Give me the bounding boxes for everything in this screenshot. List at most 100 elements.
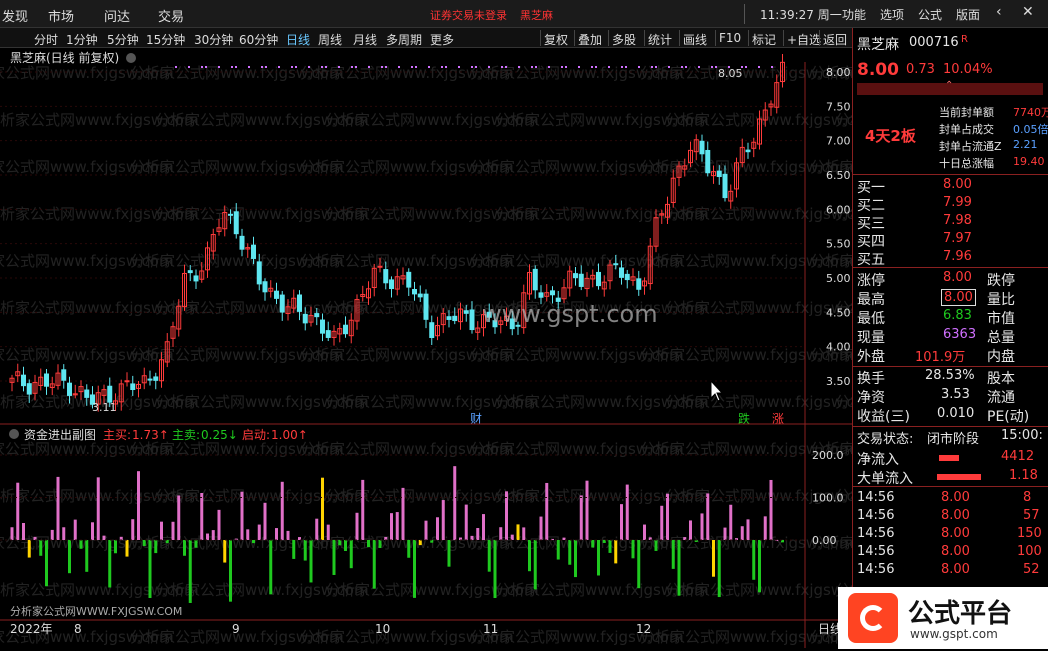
signal-dot <box>321 66 323 68</box>
sub-y-tick: 100.0 <box>812 492 844 505</box>
y-tick: 5.00 <box>826 272 851 285</box>
back-arrow-icon[interactable]: ‹ <box>996 4 1002 20</box>
stat-label-right: 内盘 <box>987 349 1015 365</box>
period-3[interactable]: 15分钟 <box>146 31 185 48</box>
high-price-label: 8.05 <box>718 67 743 80</box>
menu-function[interactable]: 功能 <box>842 6 866 23</box>
candle <box>578 273 584 287</box>
trade-status: 闭市阶段 <box>927 432 980 447</box>
expand-bar[interactable]: ⌃ <box>857 80 1043 95</box>
watermark-text: 分析家公式网www.fxjgsw.com <box>665 393 852 411</box>
menu-trade[interactable]: 交易 <box>158 6 184 25</box>
signal-dot <box>428 66 430 68</box>
login-warning[interactable]: 证券交易未登录 <box>430 7 507 23</box>
candle <box>722 173 728 199</box>
logo-g-icon <box>848 593 898 643</box>
flow-bar <box>200 492 204 540</box>
tool-0[interactable]: 复权 <box>544 31 568 48</box>
period-6[interactable]: 日线 <box>286 31 310 48</box>
stat-label-right: 跌停 <box>987 273 1015 289</box>
tool-3[interactable]: 统计 <box>648 31 672 48</box>
flow-bar <box>464 504 468 540</box>
flow-bar <box>263 502 267 540</box>
tool-5[interactable]: F10 <box>719 31 741 45</box>
signal-dot <box>351 66 353 68</box>
seal-label: 封单占成交 <box>939 123 994 136</box>
flow-bar <box>114 540 117 554</box>
candle <box>699 140 705 155</box>
tool-7[interactable]: +自选 <box>787 31 821 48</box>
period-8[interactable]: 月线 <box>353 31 377 48</box>
flow-bar <box>142 540 146 546</box>
quote-stock-name: 黑芝麻 <box>857 37 899 53</box>
flow-bar <box>27 540 31 558</box>
menu-discover[interactable]: 发现 <box>2 6 28 25</box>
tool-1[interactable]: 叠加 <box>578 31 602 48</box>
signal-dot <box>231 66 233 68</box>
tool-2[interactable]: 多股 <box>612 31 636 48</box>
stat2-label-right: PE(动) <box>987 409 1030 425</box>
period-5[interactable]: 60分钟 <box>239 31 278 48</box>
expand-up-icon: ⌃ <box>945 80 954 91</box>
flow-bar <box>614 540 618 564</box>
period-0[interactable]: 分时 <box>34 31 58 48</box>
flow-bar <box>545 482 549 540</box>
bid-label: 买五 <box>857 252 885 268</box>
flow-bar <box>763 516 767 540</box>
flow-bar <box>344 540 347 551</box>
period-9[interactable]: 多周期 <box>386 31 422 48</box>
signal-dot <box>458 66 460 68</box>
limit-streak: 4天2板 <box>865 127 916 145</box>
period-4[interactable]: 30分钟 <box>194 31 233 48</box>
period-10[interactable]: 更多 <box>430 31 454 48</box>
tool-4[interactable]: 画线 <box>683 31 707 48</box>
candle <box>325 330 331 338</box>
flow-bar <box>752 540 756 580</box>
flow-bar <box>516 524 520 540</box>
flow-bar <box>413 540 416 598</box>
period-7[interactable]: 周线 <box>318 31 342 48</box>
bid-label: 买四 <box>857 234 885 250</box>
signal-dot <box>445 66 447 68</box>
flow-bar <box>240 491 244 540</box>
flow-bar <box>269 540 273 595</box>
y-tick: 4.00 <box>826 341 851 354</box>
menu-market[interactable]: 市场 <box>48 6 74 25</box>
x-tick: 12 <box>636 622 651 636</box>
period-2[interactable]: 5分钟 <box>107 31 139 48</box>
signal-dot <box>325 66 327 68</box>
tool-8[interactable]: 返回 <box>823 31 847 48</box>
candle <box>314 313 320 318</box>
menu-layout[interactable]: 版面 <box>956 6 980 23</box>
tool-6[interactable]: 标记 <box>752 31 776 48</box>
menu-wenda[interactable]: 问达 <box>104 6 130 25</box>
period-1[interactable]: 1分钟 <box>66 31 98 48</box>
signal-dot <box>205 66 207 68</box>
flow-bar <box>171 521 175 540</box>
y-tick: 7.00 <box>826 135 851 148</box>
close-icon[interactable]: ✕ <box>1022 4 1034 20</box>
quote-pct: 10.04% <box>943 62 993 77</box>
menu-options[interactable]: 选项 <box>880 6 904 23</box>
signal-dot <box>685 66 687 68</box>
sub-settings-icon[interactable] <box>9 429 19 439</box>
flow-bar <box>39 540 43 556</box>
stat2-label: 收益(三) <box>857 409 910 425</box>
sub-y-tick: 200.0 <box>812 449 844 462</box>
signal-dot <box>295 66 297 68</box>
tick-volume: 52 <box>1023 562 1040 577</box>
flow-bar <box>585 480 589 540</box>
flow-bar <box>390 513 393 540</box>
flow-bar <box>533 540 537 590</box>
candle <box>44 373 49 387</box>
flow-bar <box>372 540 376 589</box>
flow-bar <box>712 540 715 577</box>
candle <box>187 270 193 274</box>
candle <box>423 293 429 320</box>
candle <box>67 382 72 396</box>
chart-settings-icon[interactable] <box>126 53 136 63</box>
flow-value: 4412 <box>1001 449 1035 464</box>
menu-formula[interactable]: 公式 <box>918 6 942 23</box>
kline-chart[interactable]: 分析家公式网www.fxjgsw.com 分析家公式网www.fxjgsw.com… <box>0 48 1048 648</box>
signal-dot <box>625 66 627 68</box>
